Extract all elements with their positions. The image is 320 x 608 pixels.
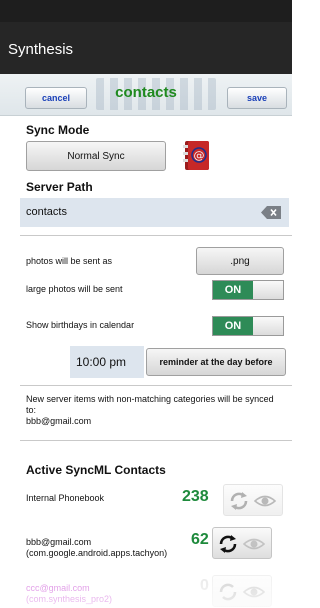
account-sync-button[interactable] bbox=[212, 527, 272, 559]
app-bar: Synthesis bbox=[0, 22, 292, 74]
divider bbox=[20, 385, 292, 386]
account-sync-button[interactable] bbox=[223, 484, 283, 516]
server-path-value: contacts bbox=[26, 206, 67, 218]
account-name: Internal Phonebook bbox=[26, 493, 105, 503]
toggle-knob bbox=[253, 317, 283, 335]
account-count: 238 bbox=[182, 488, 209, 505]
toggle-on-label: ON bbox=[213, 281, 253, 299]
eye-icon bbox=[254, 495, 276, 507]
divider bbox=[20, 235, 292, 236]
reminder-time-value: 10:00 pm bbox=[76, 355, 127, 369]
sync-mode-button[interactable]: Normal Sync bbox=[26, 141, 166, 171]
toggle-knob bbox=[253, 281, 283, 299]
toggle-on-label: ON bbox=[213, 317, 253, 335]
large-photos-label: large photos will be sent bbox=[26, 284, 123, 294]
account-name: bbb@gmail.com (com.google.android.apps.t… bbox=[26, 537, 168, 558]
photos-format-button[interactable]: .png bbox=[196, 247, 284, 275]
birthdays-toggle[interactable]: ON bbox=[212, 316, 284, 336]
refresh-icon bbox=[230, 492, 248, 510]
birthdays-label: Show birthdays in calendar bbox=[26, 320, 135, 330]
clear-text-icon[interactable] bbox=[261, 206, 281, 219]
divider bbox=[20, 440, 292, 441]
eye-icon bbox=[243, 586, 265, 598]
active-contacts-title: Active SyncML Contacts bbox=[26, 463, 166, 477]
refresh-icon bbox=[219, 535, 237, 553]
category-info-text: New server items with non-matching categ… bbox=[26, 394, 274, 415]
category-info: New server items with non-matching categ… bbox=[26, 394, 276, 427]
account-name: ccc@gmail.com (com.synthesis_pro2) bbox=[26, 583, 113, 604]
eye-icon bbox=[243, 538, 265, 550]
save-button[interactable]: save bbox=[227, 87, 287, 109]
large-photos-toggle[interactable]: ON bbox=[212, 280, 284, 300]
reminder-button[interactable]: reminder at the day before bbox=[146, 348, 286, 376]
sync-mode-label: Sync Mode bbox=[26, 123, 90, 137]
app-title: Synthesis bbox=[8, 41, 74, 58]
reminder-time-field[interactable]: 10:00 pm bbox=[70, 346, 144, 378]
account-count: 62 bbox=[191, 531, 209, 548]
server-path-input[interactable]: contacts bbox=[20, 198, 289, 227]
server-path-label: Server Path bbox=[26, 180, 93, 194]
status-bar bbox=[0, 0, 292, 22]
address-book-icon: @ bbox=[183, 141, 209, 170]
refresh-icon bbox=[219, 583, 237, 601]
account-sync-button[interactable] bbox=[212, 575, 272, 607]
category-info-account: bbb@gmail.com bbox=[26, 416, 92, 426]
svg-text:@: @ bbox=[194, 149, 205, 162]
photos-format-label: photos will be sent as bbox=[26, 256, 113, 266]
account-count: 0 bbox=[200, 577, 209, 594]
